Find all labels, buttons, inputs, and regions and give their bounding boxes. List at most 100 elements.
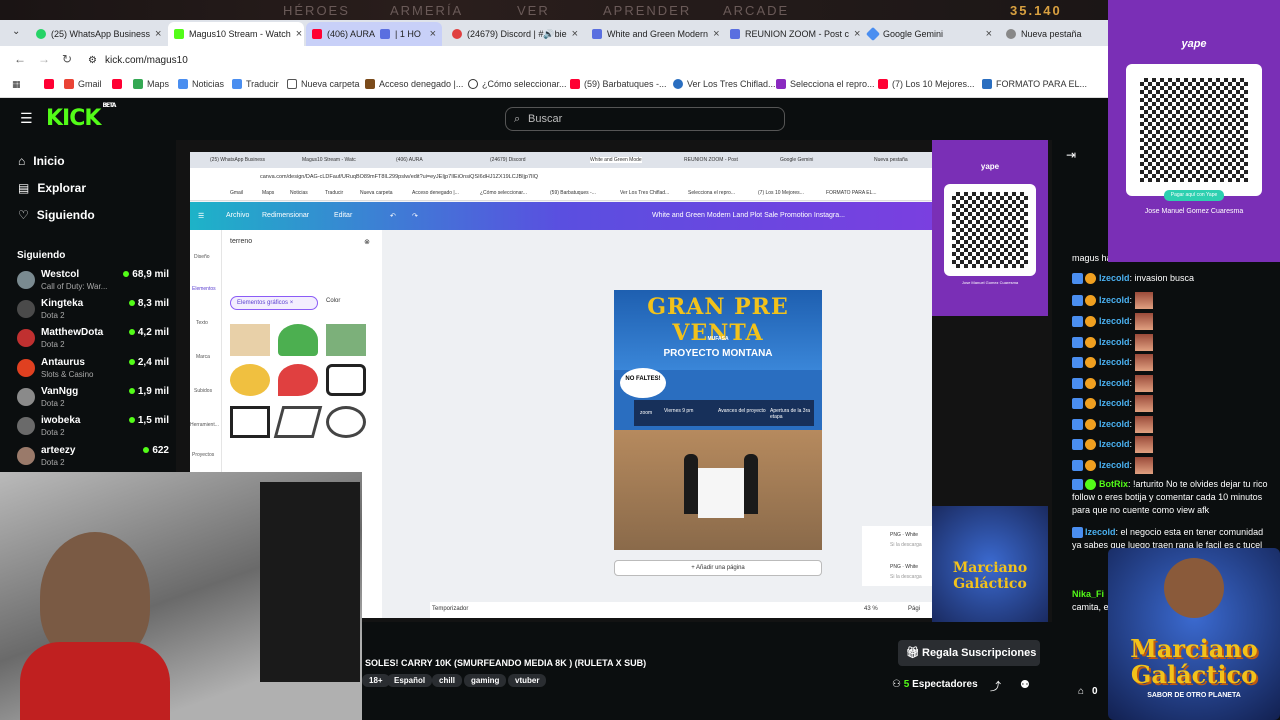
nav-explore[interactable]: ▤ Explorar <box>18 181 86 195</box>
gift-subs-button[interactable]: 🎁︎ Regala Suscripciones <box>898 640 1040 666</box>
chat-user[interactable]: Izecold <box>1099 273 1130 283</box>
canva-resize[interactable]: Redimensionar <box>262 212 309 219</box>
bookmark-maps[interactable]: Maps <box>133 79 169 89</box>
collapse-chat-icon[interactable]: ⇥ <box>1066 148 1076 162</box>
reload-icon[interactable]: ↻ <box>62 52 72 66</box>
tab-gemini[interactable]: Google Gemini × <box>862 22 998 46</box>
element-thumb[interactable] <box>278 324 318 356</box>
chat-user[interactable]: Izecold <box>1099 398 1130 408</box>
tab-new[interactable]: Nueva pestaña <box>1000 22 1106 46</box>
bookmark-translate[interactable]: Traducir <box>232 79 279 89</box>
close-icon[interactable]: × <box>430 28 436 40</box>
menu-icon[interactable]: ☰ <box>20 110 33 127</box>
element-thumb[interactable] <box>278 364 318 396</box>
channel-item[interactable]: MatthewDota Dota 2 4,2 mil <box>17 326 169 354</box>
chat-user[interactable]: Izecold <box>1085 527 1116 537</box>
menu-icon[interactable]: ☰ <box>198 212 204 220</box>
share-icon[interactable]: ⤴ <box>990 678 1001 694</box>
bookmark-barbatuques[interactable]: (59) Barbatuques -... <box>570 79 667 89</box>
site-settings-icon[interactable]: ⚙ <box>88 55 97 66</box>
canva-canvas[interactable]: GRAN PRE VENTA MUFASA PROYECTO MONTANA N… <box>382 230 932 618</box>
element-thumb[interactable] <box>230 324 270 356</box>
element-thumb[interactable] <box>273 406 323 438</box>
tool-brand[interactable]: Marca <box>196 354 210 360</box>
tool-projects[interactable]: Proyectos <box>192 452 214 458</box>
apps-icon[interactable]: ▦ <box>12 79 21 90</box>
tool-text[interactable]: Texto <box>196 320 208 326</box>
tab-list-icon[interactable]: ⌄ <box>12 26 20 37</box>
tab-zoom[interactable]: REUNION ZOOM - Post c × <box>724 22 860 46</box>
chat-user[interactable]: Izecold <box>1099 316 1130 326</box>
chat-user[interactable]: Izecold <box>1099 378 1130 388</box>
chat-user[interactable]: BotRix <box>1099 479 1128 489</box>
url-field[interactable]: ⚙ kick.com/magus10 <box>88 51 1088 69</box>
filter-chip-elements[interactable]: Elementos gráficos × <box>230 296 318 310</box>
add-page-button[interactable]: + Añadir una página <box>614 560 822 576</box>
close-icon[interactable]: × <box>854 28 860 40</box>
chat-user[interactable]: Nika_Fi <box>1072 589 1104 599</box>
channel-item[interactable]: Antaurus Slots & Casino 2,4 mil <box>17 356 169 384</box>
close-icon[interactable]: × <box>296 28 302 40</box>
tab-discord[interactable]: (24679) Discord | #🔊bie × <box>446 22 582 46</box>
tab-youtube-group[interactable]: (406) AURA | 1 HO × <box>306 22 442 46</box>
element-thumb[interactable] <box>326 364 366 396</box>
channel-item[interactable]: Kingteka Dota 2 8,3 mil <box>17 297 169 325</box>
bookmark-repro[interactable]: Selecciona el repro... <box>776 79 875 89</box>
bookmark-folder[interactable]: Nueva carpeta <box>287 79 360 89</box>
search-input[interactable]: ⌕ Buscar <box>505 107 785 131</box>
png-item[interactable]: PNG · White <box>890 532 918 538</box>
tool-apps[interactable]: Herramient... <box>190 422 219 428</box>
bookmark-chiflados[interactable]: Ver Los Tres Chiflad... <box>673 79 776 89</box>
tag-chill[interactable]: chill <box>432 674 463 687</box>
element-thumb[interactable] <box>230 364 270 396</box>
chat-user[interactable]: Izecold <box>1099 295 1130 305</box>
poster-design[interactable]: GRAN PRE VENTA MUFASA PROYECTO MONTANA N… <box>614 290 822 550</box>
bookmark-access[interactable]: Acceso denegado |... <box>365 79 463 89</box>
bookmark-gmail[interactable]: Gmail <box>64 79 102 89</box>
element-thumb[interactable] <box>230 406 270 438</box>
tag-vtuber[interactable]: vtuber <box>508 674 547 687</box>
color-filter[interactable]: Color <box>326 298 340 304</box>
chat-user[interactable]: Izecold <box>1099 460 1130 470</box>
close-icon[interactable]: ⊗ <box>364 238 370 246</box>
forward-icon[interactable]: → <box>38 52 50 66</box>
store-icon[interactable]: ⌂ <box>1078 686 1084 697</box>
tab-canva[interactable]: White and Green Modern × <box>586 22 722 46</box>
back-icon[interactable]: ← <box>14 52 26 66</box>
bookmark-mejores[interactable]: (7) Los 10 Mejores... <box>878 79 975 89</box>
chat-user[interactable]: Izecold <box>1099 419 1130 429</box>
canva-doc-title[interactable]: White and Green Modern Land Plot Sale Pr… <box>652 212 845 219</box>
close-icon[interactable]: × <box>986 28 992 40</box>
tool-design[interactable]: Diseño <box>194 254 210 260</box>
png-item[interactable]: PNG · White <box>890 564 918 570</box>
canva-edit[interactable]: Editar <box>334 212 352 219</box>
zoom-level[interactable]: 43 % <box>864 606 878 612</box>
bookmark-gmail[interactable] <box>44 79 54 89</box>
channel-item[interactable]: VanNgg Dota 2 1,9 mil <box>17 385 169 413</box>
chat-user[interactable]: Izecold <box>1099 337 1130 347</box>
bookmark-youtube[interactable] <box>112 79 122 89</box>
bookmark-formato[interactable]: FORMATO PARA EL... <box>982 79 1087 89</box>
pages-label[interactable]: Pági <box>908 606 920 612</box>
channel-item[interactable]: arteezy Dota 2 622 <box>17 444 169 472</box>
kick-logo[interactable]: KICKBETA <box>46 102 116 131</box>
close-icon[interactable]: × <box>713 28 719 40</box>
timer-label[interactable]: Temporizador <box>432 606 468 612</box>
undo-icon[interactable]: ↶ <box>390 212 396 220</box>
tab-kick-stream[interactable]: Magus10 Stream - Watch × <box>168 22 304 46</box>
tab-whatsapp[interactable]: (25) WhatsApp Business × <box>30 22 166 46</box>
elements-search-input[interactable]: terreno ⊗ <box>230 238 370 298</box>
bookmark-news[interactable]: Noticias <box>178 79 224 89</box>
close-icon[interactable]: × <box>155 28 161 40</box>
channel-item[interactable]: iwobeka Dota 2 1,5 mil <box>17 414 169 442</box>
channel-item[interactable]: Westcol Call of Duty: War... 68,9 mil <box>17 268 169 296</box>
bookmark-how[interactable]: ¿Cómo seleccionar... <box>468 79 567 89</box>
tag-gaming[interactable]: gaming <box>464 674 507 687</box>
canva-file[interactable]: Archivo <box>226 212 249 219</box>
element-thumb[interactable] <box>326 406 366 438</box>
redo-icon[interactable]: ↷ <box>412 212 418 220</box>
tag-mature[interactable]: 18+ <box>362 674 390 687</box>
tool-uploads[interactable]: Subidos <box>194 388 212 394</box>
element-thumb[interactable] <box>326 324 366 356</box>
close-icon[interactable]: × <box>572 28 578 40</box>
